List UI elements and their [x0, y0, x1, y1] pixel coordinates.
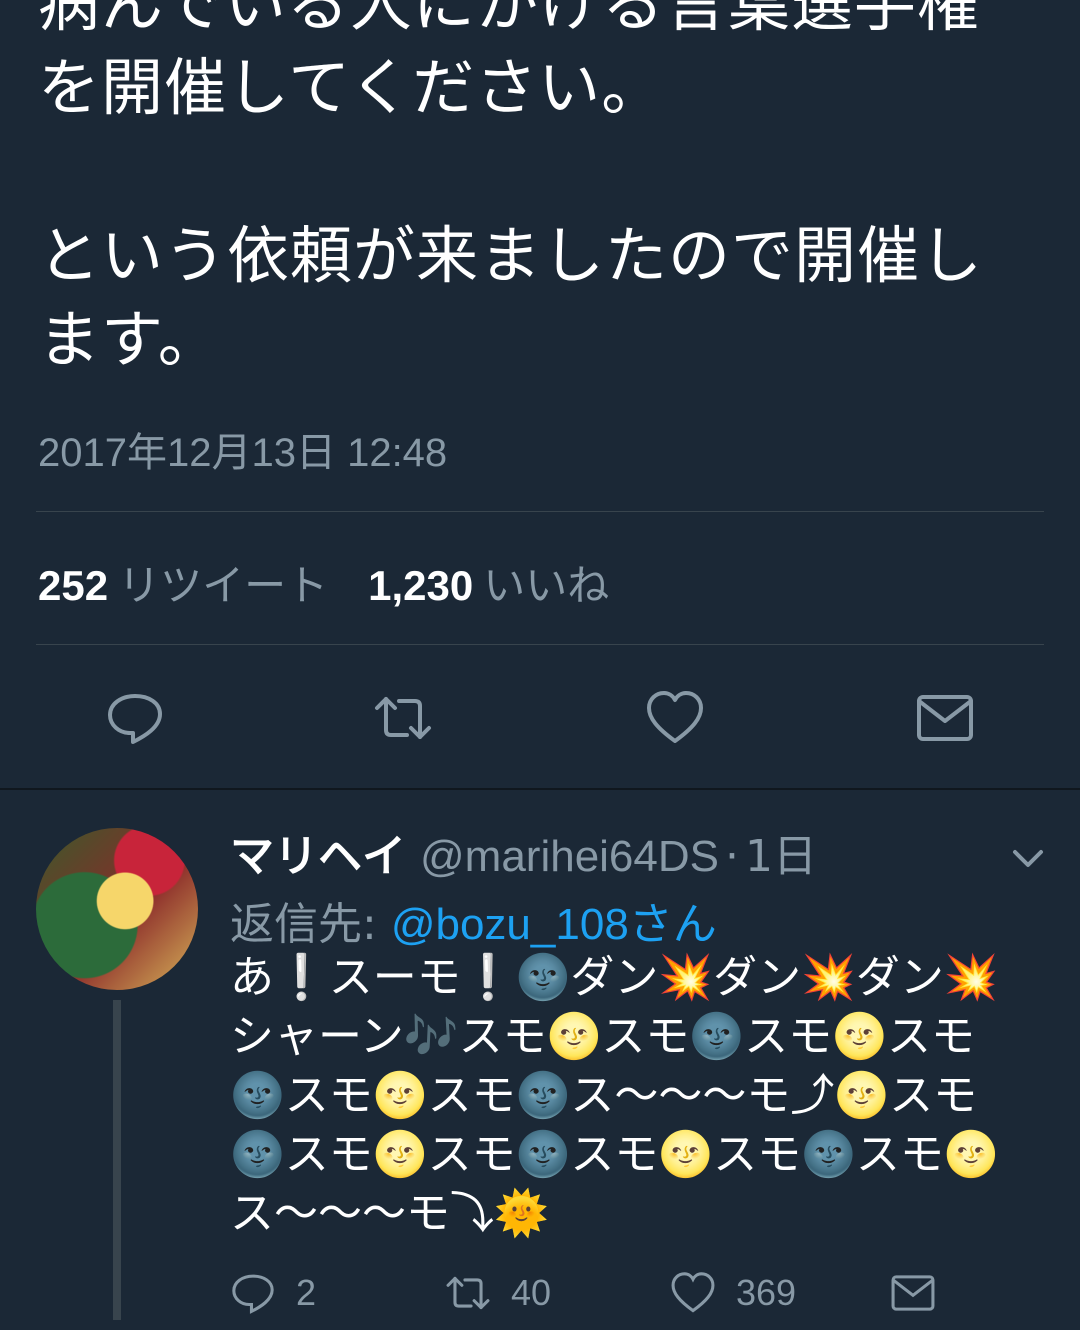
- tweet-timestamp: 2017年12月13日 12:48: [38, 431, 448, 475]
- tweet-line: という依頼が来ましたので開催し: [38, 219, 984, 292]
- divider: [36, 511, 1044, 512]
- tweet-text: 病んでいる人にかける言葉選手権 を開催してください。 という依頼が来ましたので開…: [38, 0, 1048, 382]
- reply-dm-button[interactable]: [890, 1270, 956, 1316]
- likes-count[interactable]: 1,230: [368, 562, 473, 609]
- reply-to-label: 返信先:: [230, 899, 377, 950]
- reply-author-handle[interactable]: @marihei64DS: [420, 832, 719, 881]
- separator-dot: ·: [725, 831, 739, 882]
- like-icon[interactable]: [645, 688, 705, 748]
- reply-header: マリヘイ @marihei64DS · 1日: [230, 820, 817, 884]
- likes-label[interactable]: いいね: [483, 562, 609, 609]
- reply-like-button[interactable]: 369: [670, 1270, 796, 1316]
- reply-line: あ❕スーモ❕🌚ダン💥ダン💥ダン💥: [230, 952, 999, 1003]
- reply-text: あ❕スーモ❕🌚ダン💥ダン💥ダン💥 シャーン🎶スモ🌝スモ🌚スモ🌝スモ 🌚スモ🌝スモ…: [230, 948, 1030, 1243]
- tweet-stats: 252 リツイート 1,230 いいね: [38, 552, 649, 613]
- tweet-actions: [0, 688, 1080, 748]
- reply-line: 🌚スモ🌝スモ🌚スモ🌝スモ🌚スモ🌝: [230, 1129, 999, 1180]
- retweet-count: 40: [511, 1272, 552, 1313]
- reply-time[interactable]: 1日: [745, 831, 817, 882]
- avatar[interactable]: [36, 828, 198, 990]
- reply-line: シャーン🎶スモ🌝スモ🌚スモ🌝スモ: [230, 1011, 975, 1062]
- reply-to: 返信先: @bozu_108さん: [230, 888, 717, 952]
- retweets-count[interactable]: 252: [38, 562, 108, 609]
- retweet-icon[interactable]: [373, 688, 433, 748]
- chevron-down-icon[interactable]: [1010, 840, 1046, 876]
- reply-actions: 2 40 369: [230, 1270, 1030, 1330]
- tweet-line: 病んでいる人にかける言葉選手権: [38, 0, 980, 40]
- reply-reply-button[interactable]: 2: [230, 1270, 316, 1316]
- like-count: 369: [736, 1272, 797, 1313]
- reply-icon: [232, 1274, 274, 1314]
- retweets-label[interactable]: リツイート: [118, 562, 328, 609]
- dm-icon[interactable]: [915, 688, 975, 748]
- retweet-icon: [446, 1276, 490, 1310]
- tweet-line: を開催してください。: [38, 51, 665, 124]
- divider: [36, 644, 1044, 645]
- reply-retweet-button[interactable]: 40: [445, 1270, 551, 1316]
- reply-line: 🌚スモ🌝スモ🌚ス〜〜〜モ⤴🌝スモ: [230, 1070, 978, 1121]
- reply-to-mention[interactable]: @bozu_108さん: [391, 900, 717, 949]
- reply-tweet[interactable]: マリヘイ @marihei64DS · 1日 返信先: @bozu_108さん あ❕ス…: [0, 790, 1080, 1320]
- thread-line: [113, 1000, 121, 1320]
- dm-icon: [891, 1275, 935, 1311]
- like-icon: [671, 1272, 715, 1313]
- reply-author-name[interactable]: マリヘイ: [230, 831, 406, 882]
- reply-count: 2: [296, 1272, 317, 1313]
- reply-icon[interactable]: [105, 688, 165, 748]
- reply-line: ス〜〜〜モ⤵🌞: [230, 1188, 549, 1239]
- tweet-line: ます。: [38, 303, 221, 376]
